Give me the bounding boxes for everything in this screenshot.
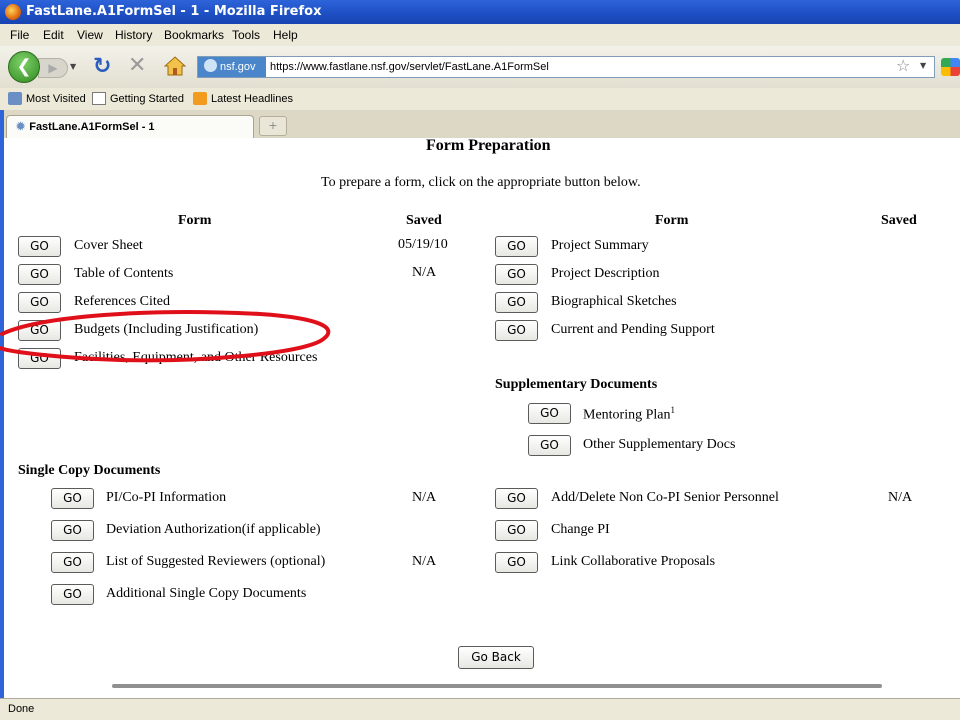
window-title-bar: FastLane.A1FormSel - 1 - Mozilla Firefox	[0, 0, 960, 24]
mentoring-plan-label: Mentoring Plan	[583, 407, 671, 423]
form-name-current-pending-support: Current and Pending Support	[551, 322, 715, 337]
footnote-marker: 1	[670, 405, 676, 415]
go-button-table-of-contents[interactable]: GO	[18, 264, 61, 285]
saved-date-cover-sheet: 05/19/10	[398, 237, 448, 252]
new-tab-button[interactable]: +	[259, 116, 287, 136]
url-dropdown-icon[interactable]: ▼	[920, 61, 926, 70]
menu-view[interactable]: View	[77, 24, 103, 46]
go-button-change-pi[interactable]: GO	[495, 520, 538, 541]
saved-suggested-reviewers: N/A	[412, 554, 437, 569]
form-name-budgets: Budgets (Including Justification)	[74, 322, 259, 337]
go-button-deviation-authorization[interactable]: GO	[51, 520, 94, 541]
go-button-additional-single-copy[interactable]: GO	[51, 584, 94, 605]
bookmark-label: Most Visited	[26, 93, 86, 105]
go-button-suggested-reviewers[interactable]: GO	[51, 552, 94, 573]
go-button-senior-personnel[interactable]: GO	[495, 488, 538, 509]
bookmarks-toolbar: Most Visited Getting Started Latest Head…	[0, 88, 960, 111]
form-name-suggested-reviewers: List of Suggested Reviewers (optional)	[106, 554, 326, 569]
saved-pi-info: N/A	[412, 490, 437, 505]
status-bar: Done	[0, 698, 960, 720]
horizontal-scrollbar[interactable]	[112, 684, 882, 688]
tab-strip: ✹ FastLane.A1FormSel - 1 +	[0, 110, 960, 138]
most-visited-icon	[8, 92, 22, 105]
single-copy-heading: Single Copy Documents	[18, 463, 161, 478]
rss-feed-icon	[193, 92, 207, 105]
form-name-cover-sheet: Cover Sheet	[74, 238, 143, 253]
right-saved-header: Saved	[881, 213, 917, 228]
bookmark-getting-started[interactable]: Getting Started	[92, 88, 184, 110]
bookmark-star-icon[interactable]: ☆	[896, 56, 910, 75]
form-name-references-cited: References Cited	[74, 294, 171, 309]
form-name-other-supplementary: Other Supplementary Docs	[583, 437, 736, 452]
gear-icon: ✹	[16, 121, 26, 133]
go-button-link-collaborative[interactable]: GO	[495, 552, 538, 573]
site-domain: nsf.gov	[220, 61, 256, 73]
go-button-budgets[interactable]: GO	[18, 320, 61, 341]
form-name-link-collaborative: Link Collaborative Proposals	[551, 554, 716, 569]
bookmark-latest-headlines[interactable]: Latest Headlines	[193, 88, 293, 110]
back-button[interactable]: ❮	[8, 51, 40, 83]
menu-edit[interactable]: Edit	[43, 24, 64, 46]
stop-icon[interactable]: ✕	[128, 55, 146, 77]
reload-icon[interactable]: ↻	[93, 56, 111, 78]
form-name-biographical-sketches: Biographical Sketches	[551, 294, 677, 309]
form-name-pi-info: PI/Co-PI Information	[106, 490, 227, 505]
page-icon	[92, 92, 106, 105]
form-name-project-summary: Project Summary	[551, 238, 649, 253]
go-button-pi-info[interactable]: GO	[51, 488, 94, 509]
saved-senior-personnel: N/A	[888, 490, 913, 505]
form-name-project-description: Project Description	[551, 266, 660, 281]
go-button-cover-sheet[interactable]: GO	[18, 236, 61, 257]
go-button-biographical-sketches[interactable]: GO	[495, 292, 538, 313]
go-button-project-description[interactable]: GO	[495, 264, 538, 285]
left-form-header: Form	[178, 213, 212, 228]
left-saved-header: Saved	[406, 213, 442, 228]
form-name-change-pi: Change PI	[551, 522, 610, 537]
menu-help[interactable]: Help	[273, 24, 298, 46]
menu-bookmarks[interactable]: Bookmarks	[164, 24, 224, 46]
menu-file[interactable]: File	[10, 24, 29, 46]
form-name-additional-single-copy: Additional Single Copy Documents	[106, 586, 307, 601]
globe-icon	[204, 59, 217, 72]
go-button-references-cited[interactable]: GO	[18, 292, 61, 313]
form-name-facilities: Facilities, Equipment, and Other Resourc…	[74, 350, 318, 365]
url-text[interactable]: https://www.fastlane.nsf.gov/servlet/Fas…	[270, 57, 549, 77]
go-back-button[interactable]: Go Back	[458, 646, 534, 669]
form-name-table-of-contents: Table of Contents	[74, 266, 174, 281]
form-name-deviation-authorization: Deviation Authorization(if applicable)	[106, 522, 321, 537]
history-dropdown-icon[interactable]: ▼	[70, 62, 76, 71]
menu-history[interactable]: History	[115, 24, 152, 46]
go-button-project-summary[interactable]: GO	[495, 236, 538, 257]
bookmark-label: Latest Headlines	[211, 93, 293, 105]
go-button-mentoring-plan[interactable]: GO	[528, 403, 571, 424]
saved-table-of-contents: N/A	[412, 265, 437, 280]
menu-bar: File Edit View History Bookmarks Tools H…	[0, 24, 960, 46]
forward-button[interactable]: ▶	[38, 58, 68, 78]
supplementary-heading: Supplementary Documents	[495, 377, 658, 392]
firefox-icon	[5, 4, 21, 20]
window-title: FastLane.A1FormSel - 1 - Mozilla Firefox	[26, 4, 322, 19]
form-name-mentoring-plan: Mentoring Plan1	[583, 405, 675, 424]
search-engine-icon[interactable]	[941, 58, 960, 76]
address-bar[interactable]: nsf.gov https://www.fastlane.nsf.gov/ser…	[197, 56, 935, 78]
go-button-current-pending-support[interactable]: GO	[495, 320, 538, 341]
right-form-header: Form	[655, 213, 689, 228]
menu-tools[interactable]: Tools	[232, 24, 260, 46]
bookmark-most-visited[interactable]: Most Visited	[8, 88, 86, 110]
home-icon[interactable]	[164, 56, 186, 76]
page-content: Form Preparation To prepare a form, clic…	[4, 137, 960, 698]
bookmark-label: Getting Started	[110, 93, 184, 105]
go-button-other-supplementary[interactable]: GO	[528, 435, 571, 456]
page-title: Form Preparation	[426, 137, 551, 154]
tab-label: FastLane.A1FormSel - 1	[29, 121, 155, 133]
status-text: Done	[8, 703, 35, 715]
tab-fastlane[interactable]: ✹ FastLane.A1FormSel - 1	[6, 115, 254, 138]
instruction-text: To prepare a form, click on the appropri…	[321, 175, 641, 190]
form-name-senior-personnel: Add/Delete Non Co-PI Senior Personnel	[551, 490, 779, 505]
site-identity-button[interactable]: nsf.gov	[198, 57, 266, 77]
go-button-facilities[interactable]: GO	[18, 348, 61, 369]
